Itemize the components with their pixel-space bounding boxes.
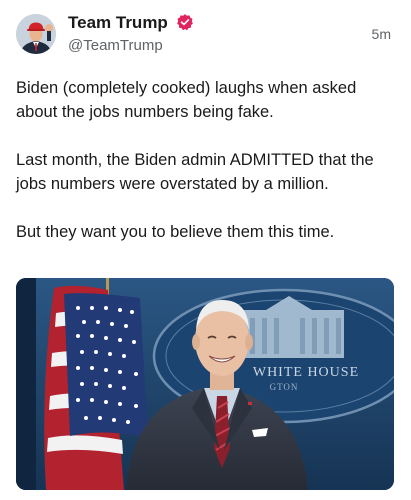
seal-text-bottom: GTON <box>270 382 299 392</box>
display-name[interactable]: Team Trump <box>68 12 168 34</box>
verified-badge-icon <box>176 13 194 31</box>
post-paragraph: Last month, the Biden admin ADMITTED tha… <box>16 151 374 193</box>
post-paragraph: Biden (completely cooked) laughs when as… <box>16 79 357 121</box>
media-image[interactable]: WHITE HOUSE GTON <box>16 278 394 490</box>
post-paragraph: But they want you to believe them this t… <box>16 223 335 241</box>
name-block: Team Trump @TeamTrump <box>68 12 194 56</box>
post-card: Team Trump @TeamTrump 5m Biden (complete… <box>0 0 411 500</box>
post-body: Biden (completely cooked) laughs when as… <box>16 76 396 268</box>
avatar[interactable] <box>16 14 56 54</box>
timestamp[interactable]: 5m <box>372 26 391 42</box>
seal-text-top: WHITE HOUSE <box>253 365 359 380</box>
post-header: Team Trump @TeamTrump 5m <box>16 12 397 62</box>
handle[interactable]: @TeamTrump <box>68 36 194 56</box>
